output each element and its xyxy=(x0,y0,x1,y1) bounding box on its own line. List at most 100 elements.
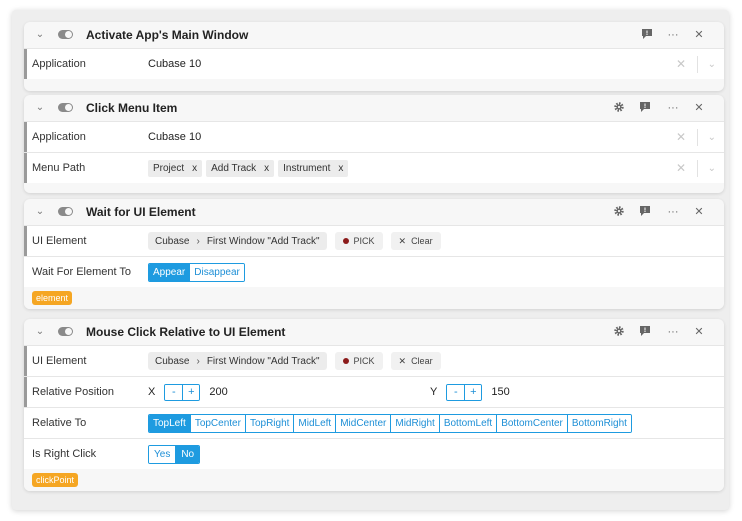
field-row-is-right-click[interactable]: Is Right Click Yes No xyxy=(24,438,724,469)
option-midleft[interactable]: MidLeft xyxy=(293,414,336,432)
field-row-menu-path[interactable]: Menu Path Project x Add Track x Instrument… xyxy=(24,152,724,183)
more-icon[interactable]: ··· xyxy=(666,101,680,115)
comment-icon[interactable] xyxy=(638,325,652,339)
increment-x-button[interactable]: + xyxy=(182,384,200,400)
chevron-down-icon[interactable]: ⌄ xyxy=(708,59,716,70)
x-value[interactable]: 200 xyxy=(209,386,227,398)
clear-icon[interactable]: ✕ xyxy=(676,130,686,144)
chevron-down-icon[interactable]: ⌄ xyxy=(708,163,716,174)
more-icon[interactable]: ··· xyxy=(666,28,680,42)
card-header[interactable]: ⌄ Wait for UI Element ··· ✕ xyxy=(24,199,724,225)
output-tag-row: clickPoint xyxy=(24,469,724,491)
comment-icon[interactable] xyxy=(638,101,652,115)
ui-element-breadcrumb[interactable]: Cubase › First Window "Add Track" xyxy=(148,232,327,250)
menu-path-chip[interactable]: Instrument x xyxy=(278,159,349,177)
y-value[interactable]: 150 xyxy=(491,386,509,398)
field-row-ui-element[interactable]: UI Element Cubase › First Window "Add Tr… xyxy=(24,225,724,256)
close-icon[interactable]: ✕ xyxy=(692,101,706,115)
option-appear[interactable]: Appear xyxy=(149,263,190,281)
pick-button[interactable]: PICK xyxy=(334,232,383,250)
gear-icon[interactable] xyxy=(612,205,626,219)
remove-chip-icon[interactable]: x xyxy=(264,163,269,174)
output-variable-tag[interactable]: clickPoint xyxy=(32,473,79,487)
option-midcenter[interactable]: MidCenter xyxy=(335,414,391,432)
card-title: Wait for UI Element xyxy=(86,205,196,219)
remove-chip-icon[interactable]: x xyxy=(192,163,197,174)
clear-button[interactable]: ✕ Clear xyxy=(390,352,441,370)
x-stepper[interactable]: - + xyxy=(164,383,201,401)
comment-icon[interactable] xyxy=(640,28,654,42)
option-bottomright[interactable]: BottomRight xyxy=(566,414,631,432)
more-icon[interactable]: ··· xyxy=(666,205,680,219)
option-topleft[interactable]: TopLeft xyxy=(149,414,190,432)
field-row-application[interactable]: Application Cubase 10 ✕ ⌄ xyxy=(24,48,724,79)
decrement-x-button[interactable]: - xyxy=(165,384,183,400)
right-click-segmented-control[interactable]: Yes No xyxy=(148,444,201,464)
breadcrumb-separator: › xyxy=(196,355,200,367)
close-icon[interactable]: ✕ xyxy=(692,325,706,339)
toggle-switch-icon[interactable] xyxy=(58,103,73,112)
option-topright[interactable]: TopRight xyxy=(244,414,294,432)
field-row-application[interactable]: Application Cubase 10 ✕ ⌄ xyxy=(24,121,724,152)
output-variable-tag[interactable]: element xyxy=(32,291,73,305)
comment-icon[interactable] xyxy=(638,205,652,219)
wait-mode-segmented-control[interactable]: Appear Disappear xyxy=(148,262,245,282)
option-no[interactable]: No xyxy=(175,445,200,463)
option-bottomcenter[interactable]: BottomCenter xyxy=(496,414,567,432)
remove-chip-icon[interactable]: x xyxy=(338,163,343,174)
chevron-down-icon[interactable]: ⌄ xyxy=(34,29,46,41)
clear-icon: ✕ xyxy=(398,235,407,246)
gear-icon[interactable] xyxy=(612,101,626,115)
divider xyxy=(697,56,698,73)
card-header[interactable]: ⌄ Activate App's Main Window ··· ✕ xyxy=(24,22,724,48)
field-label: Relative Position xyxy=(32,386,114,398)
chevron-down-icon[interactable]: ⌄ xyxy=(34,326,46,338)
field-label: Is Right Click xyxy=(32,448,97,460)
card-header[interactable]: ⌄ Click Menu Item ··· ✕ xyxy=(24,95,724,121)
toggle-switch-icon[interactable] xyxy=(58,327,73,336)
clear-icon[interactable]: ✕ xyxy=(676,161,686,175)
pick-button[interactable]: PICK xyxy=(334,352,383,370)
more-icon[interactable]: ··· xyxy=(666,325,680,339)
application-value[interactable]: Cubase 10 xyxy=(148,58,201,70)
decrement-y-button[interactable]: - xyxy=(447,384,465,400)
y-stepper[interactable]: - + xyxy=(446,383,483,401)
card-title: Mouse Click Relative to UI Element xyxy=(86,325,286,339)
field-row-ui-element[interactable]: UI Element Cubase › First Window "Add Tr… xyxy=(24,345,724,376)
card-footer-spacer xyxy=(24,183,724,193)
increment-y-button[interactable]: + xyxy=(464,384,482,400)
card-header[interactable]: ⌄ Mouse Click Relative to UI Element ···… xyxy=(24,319,724,345)
chevron-down-icon[interactable]: ⌄ xyxy=(34,102,46,114)
gear-icon[interactable] xyxy=(612,325,626,339)
toggle-switch-icon[interactable] xyxy=(58,207,73,216)
record-dot-icon xyxy=(342,238,349,244)
field-row-relative-to[interactable]: Relative To TopLeft TopCenter TopRight M… xyxy=(24,407,724,438)
action-card-click-menu-item: ⌄ Click Menu Item ··· ✕ Application Cuba… xyxy=(24,95,724,193)
option-topcenter[interactable]: TopCenter xyxy=(189,414,245,432)
close-icon[interactable]: ✕ xyxy=(692,28,706,42)
clear-icon[interactable]: ✕ xyxy=(676,57,686,71)
chevron-down-icon[interactable]: ⌄ xyxy=(34,206,46,218)
output-tag-row: element xyxy=(24,287,724,309)
chevron-down-icon[interactable]: ⌄ xyxy=(708,132,716,143)
menu-path-chip[interactable]: Project x xyxy=(148,159,203,177)
relative-to-segmented-control[interactable]: TopLeft TopCenter TopRight MidLeft MidCe… xyxy=(148,413,632,433)
menu-path-chip[interactable]: Add Track x xyxy=(206,159,275,177)
option-bottomleft[interactable]: BottomLeft xyxy=(438,414,497,432)
toggle-switch-icon[interactable] xyxy=(58,30,73,39)
close-icon[interactable]: ✕ xyxy=(692,205,706,219)
option-disappear[interactable]: Disappear xyxy=(189,263,244,281)
application-value[interactable]: Cubase 10 xyxy=(148,131,201,143)
field-row-wait-for-element-to[interactable]: Wait For Element To Appear Disappear xyxy=(24,256,724,287)
action-card-activate-app: ⌄ Activate App's Main Window ··· ✕ Appli… xyxy=(24,22,724,91)
card-footer-spacer xyxy=(24,79,724,91)
workflow-canvas: ⌄ Activate App's Main Window ··· ✕ Appli… xyxy=(12,10,729,510)
clear-button[interactable]: ✕ Clear xyxy=(390,232,441,250)
ui-element-breadcrumb[interactable]: Cubase › First Window "Add Track" xyxy=(148,352,327,370)
ui-element-value: Cubase › First Window "Add Track" PICK ✕… xyxy=(148,352,441,370)
option-yes[interactable]: Yes xyxy=(149,445,176,463)
field-row-relative-position[interactable]: Relative Position X - + 200 Y - + 150 xyxy=(24,376,724,407)
option-midright[interactable]: MidRight xyxy=(390,414,439,432)
menu-path-chips[interactable]: Project x Add Track x Instrument x xyxy=(148,159,352,177)
breadcrumb-separator: › xyxy=(196,235,200,247)
